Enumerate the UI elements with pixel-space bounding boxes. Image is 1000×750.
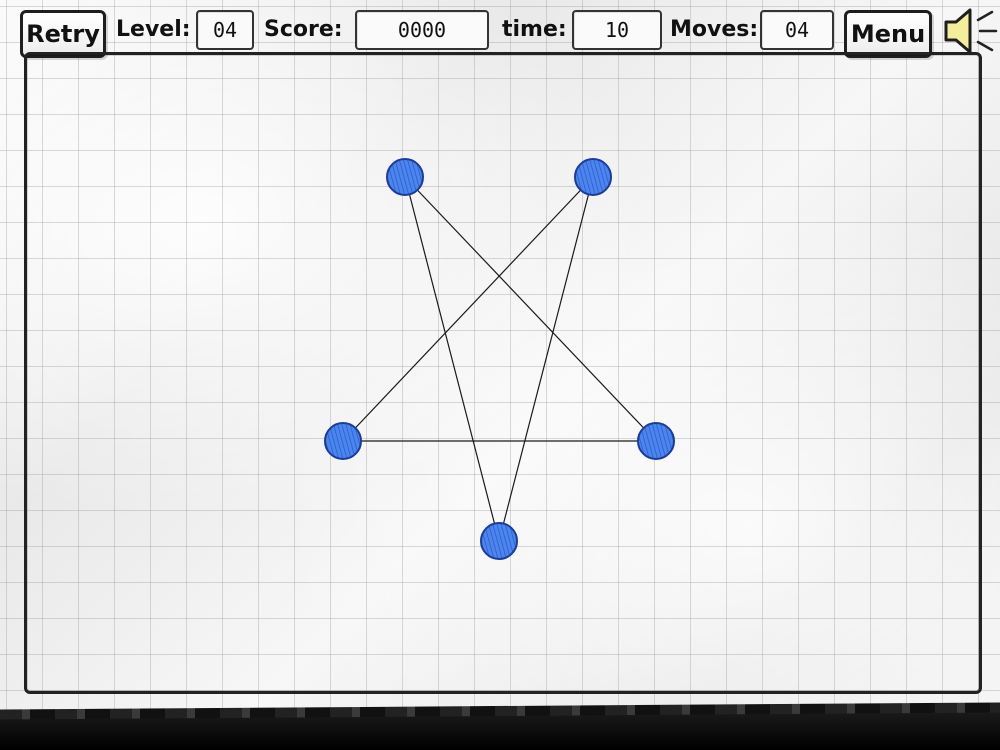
puzzle-node[interactable] — [637, 422, 675, 460]
connection-line — [498, 176, 594, 542]
puzzle-nodes — [324, 158, 675, 560]
puzzle-node[interactable] — [574, 158, 612, 196]
puzzle-node[interactable] — [480, 522, 518, 560]
puzzle-node[interactable] — [386, 158, 424, 196]
connection-line — [404, 176, 657, 442]
connection-line — [342, 176, 594, 442]
connection-lines — [342, 176, 657, 542]
puzzle-node[interactable] — [324, 422, 362, 460]
connection-line — [404, 176, 500, 542]
puzzle-area — [324, 158, 675, 560]
